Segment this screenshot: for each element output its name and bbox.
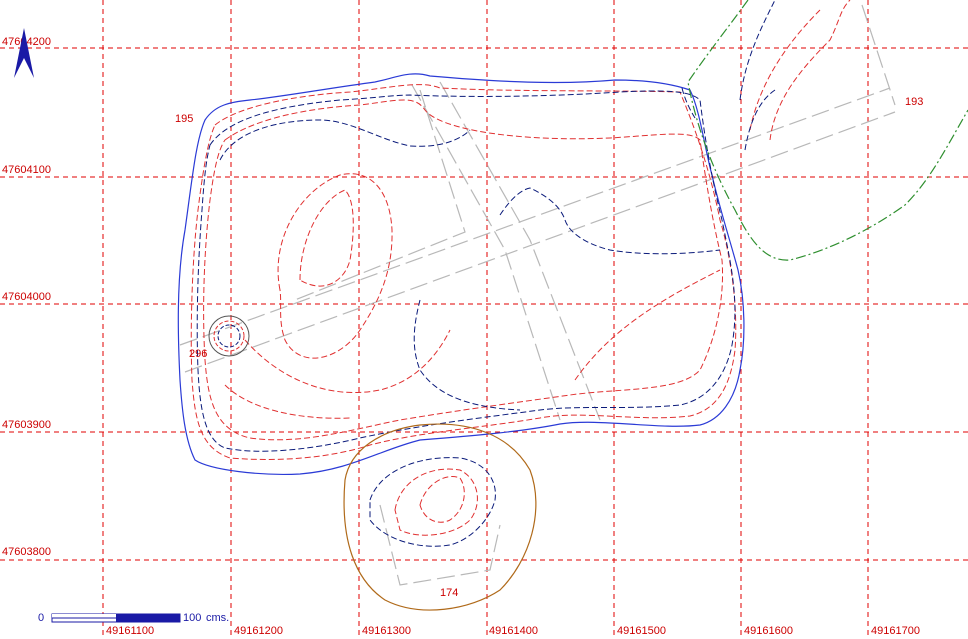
- south-mound[interactable]: [343, 423, 537, 611]
- feature-label: 174: [440, 587, 458, 599]
- road-south-loop: [379, 504, 501, 586]
- x-label: 49161700: [871, 625, 920, 637]
- x-label: 49161300: [362, 625, 411, 637]
- contour-lines-navy: [196, 0, 776, 452]
- scale-end-label: 100: [183, 612, 201, 624]
- scale-bar: 0 100 cms.: [38, 612, 229, 624]
- scale-start-label: 0: [38, 612, 44, 624]
- grid-x-labels: 49161100 49161200 49161300 49161400 4916…: [106, 625, 920, 637]
- x-label: 49161600: [744, 625, 793, 637]
- well-marker[interactable]: [208, 315, 250, 357]
- feature-label: 296: [189, 348, 207, 360]
- x-label: 49161100: [106, 625, 154, 637]
- coordinate-grid: [0, 0, 968, 639]
- feature-label: 195: [175, 113, 193, 125]
- y-label: 47603800: [2, 546, 51, 558]
- road-diagonal-lower: [184, 111, 896, 373]
- road-lines: [179, 4, 896, 586]
- road-diagonal-upper: [179, 87, 891, 346]
- map-svg: 49161100 49161200 49161300 49161400 4916…: [0, 0, 968, 639]
- road-branch: [294, 89, 466, 301]
- x-label: 49161500: [617, 625, 666, 637]
- green-boundary-line: [687, 0, 968, 261]
- x-label: 49161200: [234, 625, 283, 637]
- contour-lines-red: [190, 0, 851, 460]
- site-boundary[interactable]: [177, 73, 745, 475]
- x-label: 49161400: [489, 625, 538, 637]
- road-right-edge: [861, 4, 896, 106]
- road-vertical-right: [439, 81, 601, 421]
- y-label: 47603900: [2, 419, 51, 431]
- grid-y-labels: 47604200 47604100 47604000 47603900 4760…: [2, 36, 51, 558]
- map-canvas[interactable]: 49161100 49161200 49161300 49161400 4916…: [0, 0, 968, 639]
- y-label: 47604000: [2, 291, 51, 303]
- scale-unit-label: cms.: [206, 612, 229, 624]
- y-label: 47604100: [2, 164, 51, 176]
- feature-label: 193: [905, 96, 923, 108]
